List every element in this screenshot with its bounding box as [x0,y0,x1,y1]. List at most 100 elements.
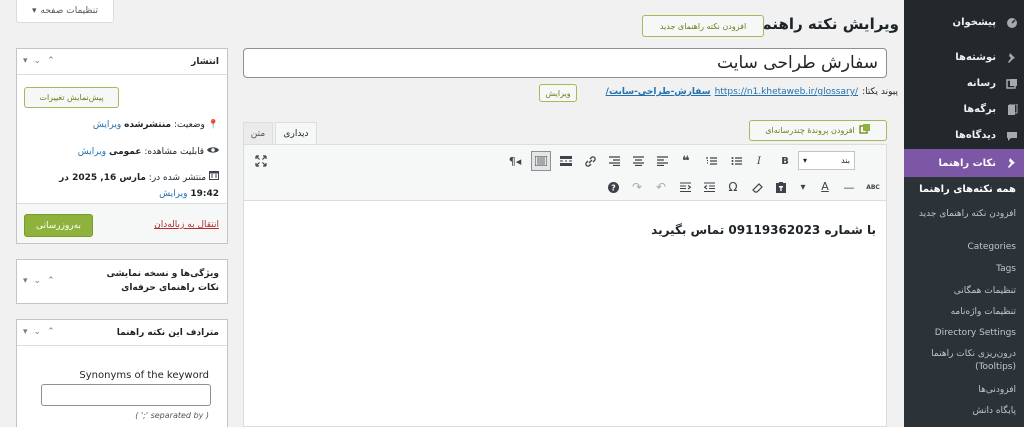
align-right-icon[interactable] [605,152,623,170]
submenu-import-tooltips[interactable]: درون‌ریزی نکات راهنما (Tooltips) [908,348,1016,374]
published-time: 19:42 [190,189,219,199]
blockquote-icon[interactable]: ❝ [677,152,695,170]
status-edit-link[interactable]: ویرایش [93,120,121,130]
submenu-tags[interactable]: Tags [908,263,1016,276]
sidebar-item-label: برگه‌ها [963,104,996,115]
submenu-categories[interactable]: Categories [908,241,1016,254]
sidebar-item-label: نکات راهنما [938,157,996,169]
sidebar-item-label: رسانه [966,78,996,89]
editor-content[interactable]: با شماره 09119362023 تماس بگیرید [651,223,876,237]
submenu-knowledge-base[interactable]: پایگاه دانش [908,405,1016,418]
undo-icon[interactable]: ↶ [652,178,670,196]
preview-changes-button[interactable]: پیش‌نمایش تغییرات [24,87,119,108]
dashboard-icon [1000,10,1024,35]
move-down-icon[interactable]: ⌄ [34,276,42,286]
numbered-list-icon[interactable] [702,152,720,170]
status-value: منتشرشده [124,120,172,130]
status-row: 📍 وضعیت: منتشرشده ویرایش [93,120,219,130]
sidebar-item-media[interactable]: رسانه [904,71,1024,96]
screen-options-label: تنظیمات صفحه [40,6,98,16]
visibility-label: قابلیت مشاهده: [144,147,205,157]
caret-down-icon[interactable]: ▾ [794,178,812,196]
align-left-icon[interactable] [653,152,671,170]
italic-icon[interactable]: I [750,152,768,170]
move-down-icon[interactable]: ⌄ [34,327,42,337]
align-center-icon[interactable] [629,152,647,170]
sidebar-item-label: پیشخوان [952,17,996,28]
move-down-icon[interactable]: ⌄ [34,56,42,66]
permalink-slug[interactable]: سفارش-طراحی-سایت/ [606,87,711,97]
help-icon[interactable]: ? [604,178,622,196]
glossary-submenu: همه نکته‌های راهنما افزودن نکته راهنمای … [904,177,1024,427]
toolbar-toggle-icon[interactable] [531,151,551,171]
link-icon[interactable] [581,152,599,170]
collapse-icon[interactable]: ▾ [23,327,28,337]
status-label: وضعیت: [173,120,205,130]
move-up-icon[interactable]: ⌃ [47,327,55,337]
collapse-icon[interactable]: ▾ [23,56,28,66]
read-more-icon[interactable] [557,152,575,170]
publish-box-header: انتشار ▾ ⌄ ⌃ [17,49,227,75]
redo-icon[interactable]: ↷ [628,178,646,196]
update-button[interactable]: به‌روزرسانی [24,214,93,237]
permalink-label: پیوند یکتا: [862,87,898,97]
media-icon [859,124,871,137]
synonyms-hint: ( ';' separated by ) [135,411,209,420]
synonyms-box-title: مترادف این نکته راهنما [116,328,219,338]
features-box-title: ویژگی‌ها و نسخه نمایشی نکات راهنمای حرفه… [106,269,219,293]
published-date: مارس 16, 2025 در [59,173,146,183]
strikethrough-icon[interactable]: ABC [864,178,882,196]
special-character-icon[interactable]: Ω [724,178,742,196]
pin-icon: 📍 [207,120,219,130]
visibility-edit-link[interactable]: ویرایش [78,147,106,157]
horizontal-rule-icon[interactable]: — [840,178,858,196]
edit-slug-button[interactable]: ویرایش [539,84,577,102]
submenu-glossary-settings[interactable]: تنظیمات واژه‌نامه [908,306,1016,319]
chevron-down-icon: ▾ [803,156,808,165]
submenu-add-tooltip[interactable]: افزودن نکته راهنمای جدید [908,208,1016,221]
add-media-label: افزودن پروندهٔ چندرسانه‌ای [765,126,855,135]
add-new-tooltip-button[interactable]: افزودن نکته راهنمای جدید [642,15,764,37]
fullscreen-icon[interactable] [252,152,270,170]
admin-sidebar: پیشخوان نوشته‌ها رسانه برگه‌ها دیدگاه‌ها… [898,0,1024,427]
publish-actions: به‌روزرسانی انتقال به زباله‌دان [17,203,227,243]
sidebar-item-label: دیدگاه‌ها [955,130,996,141]
clear-formatting-icon[interactable] [748,178,766,196]
publish-box: انتشار ▾ ⌄ ⌃ پیش‌نمایش تغییرات 📍 وضعیت: … [16,48,228,244]
published-edit-link[interactable]: ویرایش [159,189,187,199]
synonyms-input[interactable] [41,384,211,406]
format-select[interactable]: بند ▾ [798,151,855,170]
sidebar-item-label: نوشته‌ها [955,52,996,63]
collapse-icon[interactable]: ▾ [23,276,28,286]
sidebar-item-glossary[interactable]: نکات راهنما [898,149,1024,177]
rtl-direction-icon[interactable]: ¶◂ [506,152,524,170]
eye-icon [204,147,219,157]
outdent-icon[interactable] [700,178,718,196]
tab-visual[interactable]: دیداری [275,122,317,144]
submenu-addons[interactable]: افزودنی‌ها [908,384,1016,397]
move-up-icon[interactable]: ⌃ [47,276,55,286]
submenu-directory-settings[interactable]: Directory Settings [908,327,1016,340]
add-media-button[interactable]: افزودن پروندهٔ چندرسانه‌ای [749,120,887,141]
format-select-value: بند [841,156,850,165]
sidebar-item-comments[interactable]: دیدگاه‌ها [904,123,1024,148]
permalink-base[interactable]: https://n1.khetaweb.ir/glossary/ [715,87,858,97]
move-to-trash-link[interactable]: انتقال به زباله‌دان [154,220,219,230]
move-up-icon[interactable]: ⌃ [47,56,55,66]
screen-options-button[interactable]: ▾ تنظیمات صفحه [16,0,114,23]
bullet-list-icon[interactable] [727,152,745,170]
tab-text[interactable]: متن [243,122,273,144]
bold-icon[interactable]: B [776,152,794,170]
content-editor: بند ▾ B I ❝ ¶◂ ABC — A ▾ Ω ↶ ↷ ? با شمار… [243,144,887,427]
sidebar-item-dashboard[interactable]: پیشخوان [904,10,1024,35]
sidebar-item-pages[interactable]: برگه‌ها [904,97,1024,122]
sidebar-item-posts[interactable]: نوشته‌ها [904,45,1024,70]
submenu-general-settings[interactable]: تنظیمات همگانی [908,285,1016,298]
paste-text-icon[interactable] [772,178,790,196]
submenu-all-tooltips[interactable]: همه نکته‌های راهنما [908,183,1016,196]
svg-text:?: ? [611,183,616,192]
post-title-input[interactable] [243,48,887,78]
editor-toolbar: بند ▾ B I ❝ ¶◂ ABC — A ▾ Ω ↶ ↷ ? [244,145,886,201]
indent-icon[interactable] [676,178,694,196]
text-color-icon[interactable]: A [816,177,834,195]
